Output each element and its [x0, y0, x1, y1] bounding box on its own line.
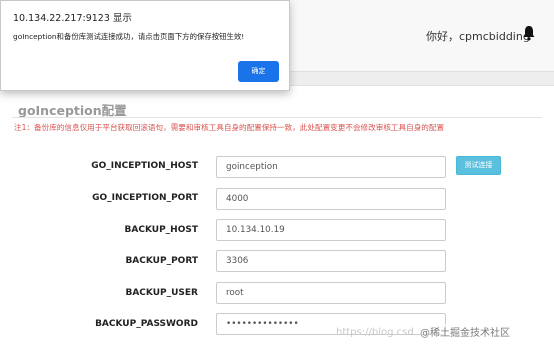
- alert-dialog: 10.134.22.217:9123 显示 goInception和备份库测试连…: [0, 0, 290, 91]
- backup-host-input[interactable]: [216, 219, 446, 241]
- bell-icon[interactable]: [522, 25, 536, 41]
- source-badge: @稀土掘金技术社区: [420, 324, 510, 339]
- go-inception-host-input[interactable]: [216, 156, 446, 178]
- dialog-message: goInception和备份库测试连接成功，请点击页面下方的保存按钮生效!: [13, 32, 245, 41]
- backup-port-label: BACKUP_PORT: [125, 256, 198, 266]
- backup-password-label: BACKUP_PASSWORD: [95, 319, 198, 329]
- backup-user-label: BACKUP_USER: [125, 288, 198, 298]
- go-inception-port-label: GO_INCEPTION_PORT: [92, 193, 198, 203]
- go-inception-port-input[interactable]: [216, 188, 446, 210]
- user-greeting[interactable]: 你好，cpmcbidding: [426, 28, 530, 44]
- panel-divider: [12, 117, 542, 118]
- config-note: 注1：备份库的信息仅用于平台获取回滚语句，需要和审核工具自身的配置保持一致，此处…: [14, 123, 445, 132]
- dialog-title: 10.134.22.217:9123 显示: [13, 13, 132, 24]
- ok-button[interactable]: 确定: [238, 61, 279, 82]
- backup-user-input[interactable]: [216, 282, 446, 304]
- go-inception-host-label: GO_INCEPTION_HOST: [91, 161, 198, 171]
- backup-port-input[interactable]: [216, 250, 446, 272]
- test-connection-button[interactable]: 测试连接: [456, 156, 501, 175]
- watermark-url: https://blog.csd: [336, 327, 414, 338]
- backup-host-label: BACKUP_HOST: [124, 225, 198, 235]
